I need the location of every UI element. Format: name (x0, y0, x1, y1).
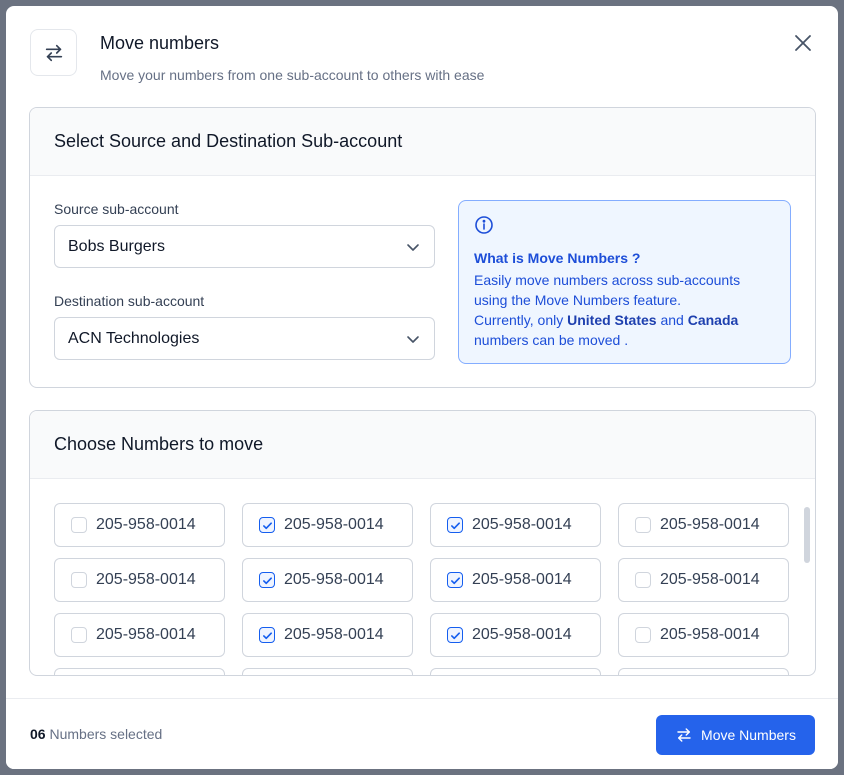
number-chip[interactable]: 205-958-0014 (430, 503, 601, 547)
checkbox-checked[interactable] (447, 572, 463, 588)
check-icon (262, 521, 272, 529)
number-chip[interactable] (54, 668, 225, 675)
checkbox-checked[interactable] (259, 627, 275, 643)
info-line-3-prefix: Currently, only (474, 312, 568, 328)
phone-number: 205-958-0014 (96, 626, 196, 643)
number-chip[interactable]: 205-958-0014 (430, 613, 601, 657)
close-icon (795, 35, 811, 51)
checkbox[interactable] (635, 627, 651, 643)
destination-subaccount-label: Destination sub-account (54, 293, 205, 309)
number-chip[interactable]: 205-958-0014 (242, 503, 413, 547)
number-chip[interactable] (618, 668, 789, 675)
info-title: What is Move Numbers ? (474, 250, 641, 266)
checkbox[interactable] (71, 627, 87, 643)
phone-number: 205-958-0014 (660, 626, 760, 643)
move-numbers-button-label: Move Numbers (701, 727, 796, 743)
checkbox-checked[interactable] (447, 627, 463, 643)
move-numbers-modal: Move numbers Move your numbers from one … (6, 6, 838, 769)
phone-number: 205-958-0014 (472, 516, 572, 533)
source-subaccount-label: Source sub-account (54, 201, 179, 217)
check-icon (450, 521, 460, 529)
close-button[interactable] (792, 32, 814, 54)
phone-number: 205-958-0014 (284, 516, 384, 533)
choose-numbers-card: Choose Numbers to move 205-958-0014 205-9… (29, 410, 816, 676)
modal-title: Move numbers (100, 33, 220, 53)
info-icon (475, 216, 493, 234)
phone-number: 205-958-0014 (284, 626, 384, 643)
swap-arrows-icon (30, 29, 77, 76)
check-icon (450, 631, 460, 639)
phone-number: 205-958-0014 (96, 516, 196, 533)
chevron-down-icon (407, 244, 419, 251)
info-line-1: Easily move numbers across sub-accounts (474, 272, 741, 288)
destination-subaccount-value: ACN Technologies (68, 329, 200, 347)
checkbox[interactable] (71, 572, 87, 588)
info-line-2: using the Move Numbers feature. (474, 292, 681, 308)
number-chip[interactable] (430, 668, 601, 675)
check-icon (450, 576, 460, 584)
phone-number: 205-958-0014 (660, 571, 760, 588)
phone-number: 205-958-0014 (472, 571, 572, 588)
source-destination-card-title: Select Source and Destination Sub-accoun… (30, 108, 815, 176)
move-numbers-info-box: What is Move Numbers ? Easily move numbe… (458, 200, 791, 364)
country-united-states: United States (567, 312, 657, 328)
choose-numbers-card-title: Choose Numbers to move (30, 411, 815, 479)
numbers-grid: 205-958-0014 205-958-0014 205-958-0014 205-… (30, 480, 815, 675)
number-chip[interactable]: 205-958-0014 (54, 613, 225, 657)
modal-subtitle: Move your numbers from one sub-account t… (100, 67, 485, 83)
chevron-down-icon (407, 336, 419, 343)
check-icon (262, 576, 272, 584)
phone-number: 205-958-0014 (660, 516, 760, 533)
phone-number: 205-958-0014 (284, 571, 384, 588)
swap-arrows-icon (677, 728, 691, 742)
number-chip[interactable]: 205-958-0014 (242, 558, 413, 602)
number-chip[interactable]: 205-958-0014 (618, 503, 789, 547)
selected-count-text: 06 Numbers selected (30, 726, 162, 742)
destination-subaccount-select[interactable]: ACN Technologies (54, 317, 435, 360)
phone-number: 205-958-0014 (96, 571, 196, 588)
phone-number: 205-958-0014 (472, 626, 572, 643)
checkbox-checked[interactable] (259, 517, 275, 533)
checkbox[interactable] (71, 517, 87, 533)
checkbox-checked[interactable] (259, 572, 275, 588)
checkbox-checked[interactable] (447, 517, 463, 533)
source-destination-card: Select Source and Destination Sub-accoun… (29, 107, 816, 388)
number-chip[interactable]: 205-958-0014 (54, 558, 225, 602)
number-chip[interactable]: 205-958-0014 (430, 558, 601, 602)
info-line-3: Currently, only United States and Canada (474, 310, 775, 330)
checkbox[interactable] (635, 517, 651, 533)
source-subaccount-value: Bobs Burgers (68, 237, 165, 255)
selected-count: 06 (30, 726, 46, 742)
number-chip[interactable]: 205-958-0014 (242, 613, 413, 657)
number-chip[interactable]: 205-958-0014 (54, 503, 225, 547)
country-canada: Canada (687, 312, 739, 328)
number-chip[interactable]: 205-958-0014 (618, 613, 789, 657)
number-chip[interactable] (242, 668, 413, 675)
info-line-4: numbers can be moved . (474, 332, 629, 348)
selected-label: Numbers selected (49, 726, 163, 742)
move-numbers-button[interactable]: Move Numbers (656, 715, 815, 755)
number-chip[interactable]: 205-958-0014 (618, 558, 789, 602)
checkbox[interactable] (635, 572, 651, 588)
modal-footer: 06 Numbers selected Move Numbers (6, 698, 838, 769)
info-text: Easily move numbers across sub-accounts … (474, 270, 775, 350)
numbers-scrollbar[interactable] (804, 507, 810, 563)
info-line-3-mid: and (656, 312, 688, 328)
check-icon (262, 631, 272, 639)
source-subaccount-select[interactable]: Bobs Burgers (54, 225, 435, 268)
